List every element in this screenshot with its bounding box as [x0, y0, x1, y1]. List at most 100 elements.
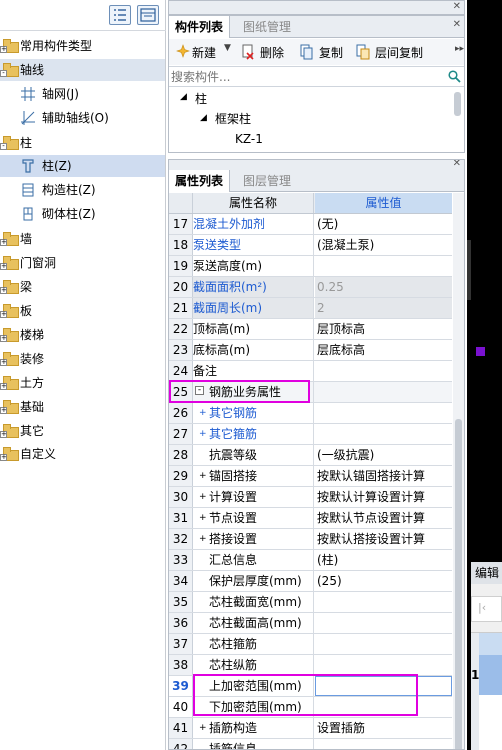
col-property-value[interactable]: 属性值 — [315, 193, 452, 213]
floor-copy-button[interactable]: 层间复制 — [375, 44, 423, 61]
expand-icon[interactable]: + — [199, 492, 207, 502]
chevron-down-icon[interactable]: ▼ — [224, 43, 231, 53]
table-row[interactable]: 38 芯柱纵筋 — [169, 655, 452, 676]
tree-item-axis-grid[interactable]: 轴网(J) — [0, 83, 165, 105]
table-row[interactable]: 41 插筋构造 设置插筋 + — [169, 718, 452, 739]
tab-component-list[interactable]: 构件列表 — [169, 16, 231, 38]
list-view-icon[interactable] — [109, 5, 131, 25]
table-row[interactable]: 33 汇总信息 (柱) — [169, 550, 452, 571]
table-row[interactable]: 29 锚固搭接 按默认锚固搭接计算 + — [169, 466, 452, 487]
property-value[interactable]: 按默认计算设置计算 — [315, 487, 452, 507]
tree-item-column-z[interactable]: 柱(Z) — [0, 155, 165, 177]
nav-first-icon[interactable]: |‹ — [478, 601, 486, 614]
grid-view-icon[interactable] — [137, 5, 159, 25]
property-value[interactable]: 按默认搭接设置计算 — [315, 529, 452, 549]
new-button[interactable]: 新建 — [192, 44, 216, 61]
tree-item-stairs[interactable]: + 楼梯 — [0, 324, 165, 346]
tree-item-axis[interactable]: - 轴线 — [0, 59, 165, 81]
property-value[interactable]: 设置插筋 — [315, 718, 452, 738]
search-input[interactable] — [171, 69, 441, 85]
collapse-arrow-icon[interactable]: ◢ — [200, 113, 207, 123]
close-icon[interactable]: ✕ — [453, 160, 461, 169]
close-icon[interactable]: ✕ — [453, 19, 461, 30]
close-icon[interactable]: ✕ — [453, 1, 461, 12]
table-row[interactable]: 24 备注 — [169, 361, 452, 382]
expand-icon[interactable]: + — [199, 513, 207, 523]
tab-property-list[interactable]: 属性列表 — [169, 170, 231, 192]
table-row[interactable]: 35 芯柱截面宽(mm) — [169, 592, 452, 613]
table-row[interactable]: 28 抗震等级 (一级抗震) — [169, 445, 452, 466]
property-value[interactable]: (混凝土泵) — [315, 235, 452, 255]
scrollbar-thumb[interactable] — [455, 419, 462, 749]
property-value[interactable]: 按默认节点设置计算 — [315, 508, 452, 528]
tab-drawing-manage[interactable]: 图纸管理 — [237, 16, 297, 38]
property-value[interactable]: (25) — [315, 571, 452, 591]
copy-button[interactable]: 复制 — [319, 44, 343, 61]
tree-leaf[interactable]: KZ-1 — [235, 132, 263, 146]
expand-icon[interactable]: + — [199, 471, 207, 481]
tree-item-struct-column[interactable]: 构造柱(Z) — [0, 179, 165, 201]
property-value[interactable] — [315, 634, 452, 654]
more-icon[interactable]: ▸▸ — [455, 44, 464, 54]
property-value[interactable] — [315, 361, 452, 381]
property-value[interactable] — [315, 256, 452, 276]
col-property-name[interactable]: 属性名称 — [193, 193, 314, 213]
tree-item-common[interactable]: + 常用构件类型 — [0, 35, 165, 57]
table-row[interactable]: 32 搭接设置 按默认搭接设置计算 + — [169, 529, 452, 550]
table-row[interactable]: 42 插筋信息 — [169, 739, 452, 749]
tree-item-earthwork[interactable]: + 土方 — [0, 372, 165, 394]
tree-item-decoration[interactable]: + 装修 — [0, 348, 165, 370]
table-row[interactable]: 26 其它钢筋 + — [169, 403, 452, 424]
edit-tab[interactable]: 编辑 — [471, 562, 502, 584]
property-value[interactable]: (无) — [315, 214, 452, 234]
expand-icon[interactable]: + — [199, 408, 207, 418]
table-row[interactable]: 37 芯柱箍筋 — [169, 634, 452, 655]
property-value[interactable] — [315, 655, 452, 675]
property-value[interactable] — [315, 739, 452, 749]
tree-item-openings[interactable]: + 门窗洞 — [0, 252, 165, 274]
table-row[interactable]: 22 顶标高(m) 层顶标高 — [169, 319, 452, 340]
property-value[interactable] — [315, 613, 452, 633]
property-value[interactable]: 按默认锚固搭接计算 — [315, 466, 452, 486]
property-value[interactable] — [315, 424, 452, 444]
table-row[interactable]: 34 保护层厚度(mm) (25) — [169, 571, 452, 592]
delete-button[interactable]: 删除 — [260, 44, 284, 61]
tree-item-beam[interactable]: + 梁 — [0, 276, 165, 298]
table-row[interactable]: 18 泵送类型 (混凝土泵) — [169, 235, 452, 256]
scrollbar-track[interactable] — [453, 193, 464, 749]
property-value[interactable]: 层底标高 — [315, 340, 452, 360]
table-row[interactable]: 30 计算设置 按默认计算设置计算 + — [169, 487, 452, 508]
property-value[interactable]: (一级抗震) — [315, 445, 452, 465]
tab-layer-manage[interactable]: 图层管理 — [237, 170, 297, 192]
table-row[interactable]: 23 底标高(m) 层底标高 — [169, 340, 452, 361]
table-row[interactable]: 19 泵送高度(m) — [169, 256, 452, 277]
expand-icon[interactable]: + — [199, 429, 207, 439]
property-value[interactable] — [315, 403, 452, 423]
search-box[interactable] — [169, 66, 464, 87]
tree-item-masonry-column[interactable]: 砌体柱(Z) — [0, 203, 165, 225]
table-row[interactable]: 20 截面面积(m²) 0.25 — [169, 277, 452, 298]
drawing-canvas[interactable]: 编辑 |‹ 1 — [467, 0, 502, 750]
search-icon[interactable] — [448, 70, 461, 86]
tree-item-slab[interactable]: + 板 — [0, 300, 165, 322]
splitter-handle[interactable] — [467, 240, 471, 300]
tree-item-other[interactable]: + 其它 — [0, 420, 165, 442]
property-value[interactable] — [315, 592, 452, 612]
tree-child[interactable]: 框架柱 — [215, 110, 251, 127]
tree-item-wall[interactable]: + 墙 — [0, 228, 165, 250]
table-row[interactable]: 21 截面周长(m) 2 — [169, 298, 452, 319]
table-row[interactable]: 27 其它箍筋 + — [169, 424, 452, 445]
tree-item-custom[interactable]: + 自定义 — [0, 443, 165, 465]
table-row[interactable]: 36 芯柱截面高(mm) — [169, 613, 452, 634]
scrollbar-thumb[interactable] — [454, 92, 461, 116]
table-row[interactable]: 17 混凝土外加剂 (无) — [169, 214, 452, 235]
table-row[interactable]: 31 节点设置 按默认节点设置计算 + — [169, 508, 452, 529]
expand-icon[interactable]: + — [199, 723, 207, 733]
tree-item-aux-axis[interactable]: 辅助轴线(O) — [0, 107, 165, 129]
expand-icon[interactable]: + — [199, 534, 207, 544]
tree-root[interactable]: 柱 — [195, 90, 207, 107]
tree-item-foundation[interactable]: + 基础 — [0, 396, 165, 418]
property-value[interactable]: (柱) — [315, 550, 452, 570]
collapse-arrow-icon[interactable]: ◢ — [180, 92, 187, 102]
property-value[interactable]: 层顶标高 — [315, 319, 452, 339]
